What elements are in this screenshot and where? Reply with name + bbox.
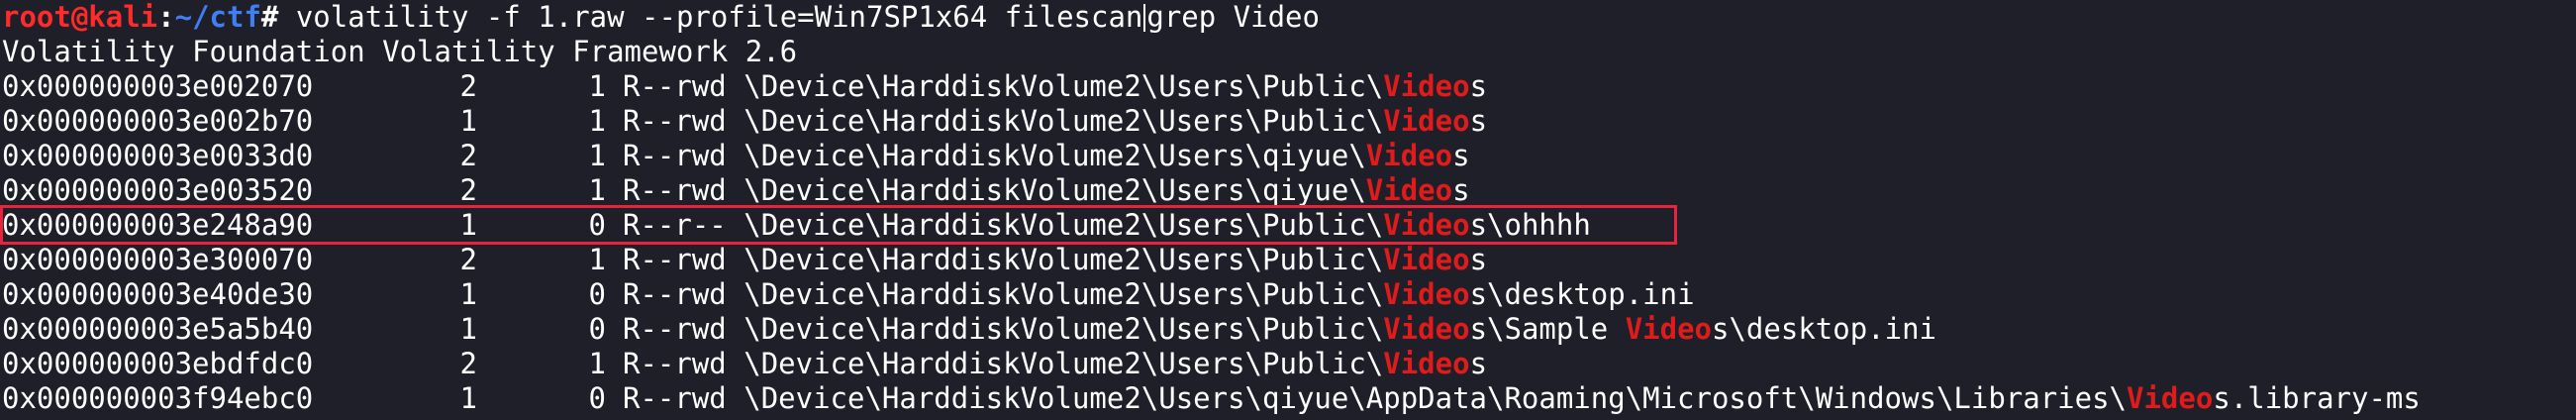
path-prefix: \Device\HarddiskVolume2\Users\qiyue\ <box>743 139 1366 172</box>
command-grep: grep Video <box>1146 0 1320 34</box>
path-suffix: s <box>1452 139 1470 172</box>
offset-cell: 0x000000003e002070 <box>2 69 314 103</box>
path-suffix: s <box>1452 173 1470 207</box>
ptr-count-cell: 1 <box>459 104 477 138</box>
path-suffix: s <box>1469 104 1488 138</box>
offset-cell: 0x000000003e40de30 <box>2 277 314 311</box>
ptr-count-cell: 2 <box>459 69 477 103</box>
ptr-count-cell: 2 <box>459 173 477 207</box>
prompt-line: root@kali:~/ctf# volatility -f 1.raw --p… <box>2 0 1320 35</box>
path-prefix: \Device\HarddiskVolume2\Users\Public\ <box>743 104 1384 138</box>
prompt-user-host: root@kali <box>2 0 158 34</box>
access-cell: R--rwd <box>623 104 727 138</box>
prompt-symbol: # <box>260 0 279 34</box>
output-row: 0x000000003f94ebc0 1 0 R--rwd \Device\Hardd… <box>2 381 2421 416</box>
path-prefix: \Device\HarddiskVolume2\Users\Public\ <box>743 243 1384 276</box>
grep-match: Video <box>1383 312 1470 346</box>
access-cell: R--rwd <box>623 139 727 172</box>
highlight-box <box>0 205 1677 245</box>
path-prefix: \Device\HarddiskVolume2\Users\Public\ <box>743 347 1384 380</box>
handle-count-cell: 1 <box>588 104 606 138</box>
path-suffix: s\desktop.ini <box>1469 277 1695 311</box>
path-prefix: \Device\HarddiskVolume2\Users\Public\ <box>743 312 1384 346</box>
output-row: 0x000000003e002070 2 1 R--rwd \Device\Hardd… <box>2 69 1487 104</box>
access-cell: R--rwd <box>623 243 727 276</box>
grep-match: Video <box>1365 139 1453 172</box>
prompt-separator: : <box>157 0 175 34</box>
terminal-window[interactable]: root@kali:~/ctf# volatility -f 1.raw --p… <box>0 0 2576 420</box>
output-row: 0x000000003e0033d0 2 1 R--rwd \Device\Hardd… <box>2 139 1470 173</box>
path-suffix: s\Sample <box>1469 312 1626 346</box>
path-prefix: \Device\HarddiskVolume2\Users\qiyue\AppD… <box>743 381 2127 415</box>
offset-cell: 0x000000003e5a5b40 <box>2 312 314 346</box>
path-suffix: s <box>1469 69 1488 103</box>
handle-count-cell: 1 <box>588 243 606 276</box>
handle-count-cell: 0 <box>588 381 606 415</box>
handle-count-cell: 1 <box>588 347 606 380</box>
handle-count-cell: 0 <box>588 277 606 311</box>
path-suffix: s <box>1469 243 1488 276</box>
access-cell: R--rwd <box>623 347 727 380</box>
grep-match: Video <box>2127 381 2214 415</box>
path-prefix: \Device\HarddiskVolume2\Users\Public\ <box>743 69 1384 103</box>
offset-cell: 0x000000003e003520 <box>2 173 314 207</box>
handle-count-cell: 0 <box>588 312 606 346</box>
ptr-count-cell: 2 <box>459 139 477 172</box>
ptr-count-cell: 2 <box>459 243 477 276</box>
grep-match: Video <box>1625 312 1713 346</box>
ptr-count-cell: 1 <box>459 312 477 346</box>
grep-match: Video <box>1365 173 1453 207</box>
path-prefix: \Device\HarddiskVolume2\Users\Public\ <box>743 277 1384 311</box>
handle-count-cell: 1 <box>588 139 606 172</box>
offset-cell: 0x000000003e0033d0 <box>2 139 314 172</box>
banner-line: Volatility Foundation Volatility Framewo… <box>2 35 798 68</box>
grep-match: Video <box>1383 69 1470 103</box>
offset-cell: 0x000000003e002b70 <box>2 104 314 138</box>
path-prefix: \Device\HarddiskVolume2\Users\qiyue\ <box>743 173 1366 207</box>
ptr-count-cell: 2 <box>459 347 477 380</box>
access-cell: R--rwd <box>623 277 727 311</box>
output-row: 0x000000003e5a5b40 1 0 R--rwd \Device\Hardd… <box>2 312 1936 347</box>
offset-cell: 0x000000003e300070 <box>2 243 314 276</box>
handle-count-cell: 1 <box>588 173 606 207</box>
offset-cell: 0x000000003ebdfdc0 <box>2 347 314 380</box>
path-suffix: s.library-ms <box>2213 381 2421 415</box>
grep-match: Video <box>1383 277 1470 311</box>
output-row: 0x000000003e300070 2 1 R--rwd \Device\Hardd… <box>2 243 1487 277</box>
path-suffix: s <box>1469 347 1488 380</box>
access-cell: R--rwd <box>623 173 727 207</box>
path-suffix: s\desktop.ini <box>1712 312 1936 346</box>
command-text: volatility -f 1.raw --profile=Win7SP1x64… <box>278 0 1143 34</box>
grep-match: Video <box>1383 104 1470 138</box>
output-row: 0x000000003e002b70 1 1 R--rwd \Device\Hardd… <box>2 104 1487 139</box>
handle-count-cell: 1 <box>588 69 606 103</box>
grep-match: Video <box>1383 347 1470 380</box>
access-cell: R--rwd <box>623 381 727 415</box>
grep-match: Video <box>1383 243 1470 276</box>
output-row: 0x000000003e40de30 1 0 R--rwd \Device\Hardd… <box>2 277 1695 312</box>
offset-cell: 0x000000003f94ebc0 <box>2 381 314 415</box>
ptr-count-cell: 1 <box>459 277 477 311</box>
output-row: 0x000000003e003520 2 1 R--rwd \Device\Hardd… <box>2 173 1470 208</box>
output-row: 0x000000003ebdfdc0 2 1 R--rwd \Device\Hardd… <box>2 347 1487 381</box>
ptr-count-cell: 1 <box>459 381 477 415</box>
access-cell: R--rwd <box>623 69 727 103</box>
access-cell: R--rwd <box>623 312 727 346</box>
prompt-path: ~/ctf <box>174 0 261 34</box>
